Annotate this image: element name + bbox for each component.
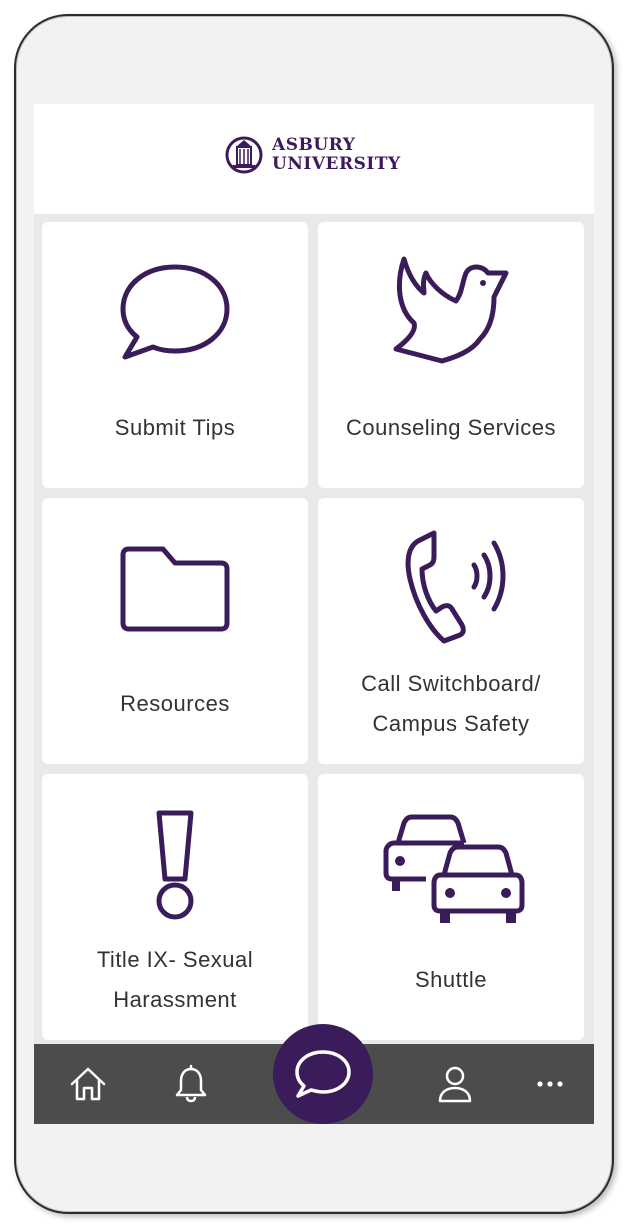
tile-label-line-2: Campus Safety bbox=[372, 711, 530, 736]
tile-label: Resources bbox=[120, 691, 230, 716]
tile-label-line-1: Title IX- Sexual bbox=[96, 947, 254, 972]
tile-label-line-2: Harassment bbox=[113, 987, 237, 1012]
folder-icon bbox=[42, 524, 308, 654]
bell-icon[interactable] bbox=[171, 1064, 211, 1104]
tile-label: Title IX- Sexual Harassment bbox=[42, 940, 308, 1020]
cars-icon bbox=[318, 800, 584, 930]
user-icon[interactable] bbox=[435, 1064, 475, 1104]
tile-submit-tips[interactable]: Submit Tips bbox=[42, 222, 308, 488]
logo-text: ASBURY UNIVERSITY bbox=[272, 136, 401, 174]
chat-icon bbox=[295, 1050, 351, 1098]
tile-label: Counseling Services bbox=[345, 415, 557, 440]
chat-button[interactable] bbox=[273, 1024, 373, 1124]
speech-bubble-icon bbox=[42, 248, 308, 378]
app-screen: ASBURY UNIVERSITY Submit Tips Counseling… bbox=[34, 104, 594, 1124]
tile-label: Call Switchboard/ Campus Safety bbox=[318, 664, 584, 744]
app-header: ASBURY UNIVERSITY bbox=[34, 104, 594, 214]
tile-resources[interactable]: Resources bbox=[42, 498, 308, 764]
logo-line-1: ASBURY bbox=[272, 135, 356, 155]
tile-label: Submit Tips bbox=[114, 415, 236, 440]
tile-label-line-1: Call Switchboard/ bbox=[361, 671, 541, 696]
home-icon[interactable] bbox=[68, 1064, 108, 1104]
exclamation-icon bbox=[42, 800, 308, 930]
logo-line-2: UNIVERSITY bbox=[272, 154, 401, 174]
dove-icon bbox=[318, 248, 584, 378]
tile-shuttle[interactable]: Shuttle bbox=[318, 774, 584, 1040]
university-seal-icon bbox=[225, 136, 263, 174]
tile-label: Shuttle bbox=[415, 967, 487, 992]
more-icon[interactable] bbox=[530, 1064, 570, 1104]
tile-counseling-services[interactable]: Counseling Services bbox=[318, 222, 584, 488]
asbury-logo: ASBURY UNIVERSITY bbox=[224, 132, 401, 178]
phone-ringing-icon bbox=[318, 524, 584, 654]
tile-title-ix[interactable]: Title IX- Sexual Harassment bbox=[42, 774, 308, 1040]
tile-call-switchboard[interactable]: Call Switchboard/ Campus Safety bbox=[318, 498, 584, 764]
